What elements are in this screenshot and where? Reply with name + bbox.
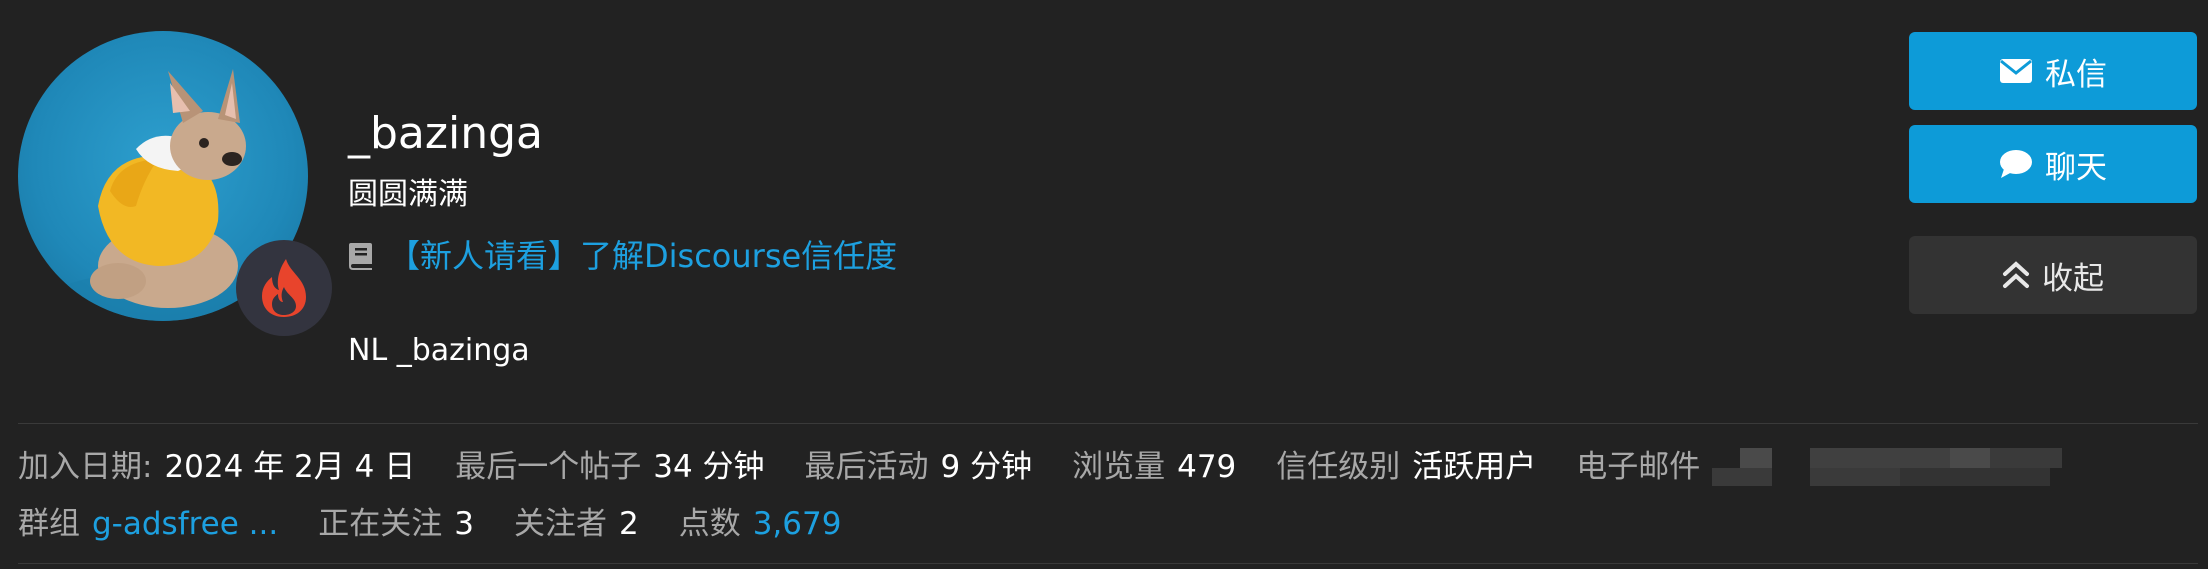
stat-last-seen-value: 9 分钟 (940, 448, 1033, 485)
stat-joined-label: 加入日期: (18, 448, 153, 485)
stat-following-label: 正在关注 (318, 506, 443, 542)
stat-following: 正在关注 3 (318, 509, 474, 540)
double-chevron-up-icon (2002, 260, 2030, 290)
user-avatar-container (18, 31, 332, 336)
chat-button[interactable]: 聊天 (1909, 125, 2197, 203)
stat-last-post: 最后一个帖子 34 分钟 (455, 448, 764, 485)
featured-topic-link[interactable]: 【新人请看】了解Discourse信任度 (388, 240, 897, 272)
book-icon (348, 241, 374, 271)
chat-button-label: 聊天 (2045, 149, 2107, 186)
stat-following-value: 3 (454, 506, 474, 542)
stat-trust-level: 信任级别 活跃用户 (1276, 448, 1537, 485)
stat-followers-value: 2 (618, 506, 639, 542)
stat-joined: 加入日期: 2024 年 2月 4 日 (18, 448, 416, 485)
stat-trust-level-value: 活跃用户 (1412, 448, 1537, 485)
stat-points-link[interactable]: 3,679 (753, 509, 842, 540)
stat-groups-label: 群组 (18, 506, 80, 542)
stat-last-post-value[interactable]: 34 分钟 (653, 451, 764, 483)
featured-topic: 【新人请看】了解Discourse信任度 (348, 240, 897, 272)
stat-views: 浏览量 479 (1072, 448, 1237, 485)
chat-bubble-icon (1999, 149, 2033, 179)
user-flair-badge (236, 240, 332, 336)
user-stats-secondary: 群组 g-adsfree ... 正在关注 3 关注者 2 点数 3,679 (18, 509, 881, 540)
user-bio: NL _bazinga (348, 333, 530, 368)
stat-followers: 关注者 2 (514, 509, 639, 540)
collapse-button[interactable]: 收起 (1909, 236, 2197, 314)
stat-joined-value: 2024 年 2月 4 日 (164, 448, 416, 485)
stat-views-value: 479 (1177, 448, 1237, 485)
stat-email: 电子邮件 (1576, 448, 2063, 486)
stat-points-label: 点数 (678, 506, 741, 542)
divider (18, 423, 2198, 424)
stat-groups: 群组 g-adsfree ... (18, 509, 278, 540)
stat-email-label: 电子邮件 (1576, 448, 1701, 485)
stat-last-post-label: 最后一个帖子 (455, 448, 642, 485)
envelope-icon (1999, 58, 2033, 84)
flame-icon (262, 259, 306, 317)
user-stats-primary: 加入日期: 2024 年 2月 4 日 最后一个帖子 34 分钟 最后活动 9 … (18, 448, 2102, 486)
stat-groups-link[interactable]: g-adsfree ... (92, 509, 278, 540)
divider (18, 563, 2198, 564)
email-redacted-value (1712, 448, 2063, 486)
stat-last-seen: 最后活动 9 分钟 (804, 448, 1033, 485)
user-title: 圆圆满满 (348, 177, 468, 212)
stat-trust-level-label: 信任级别 (1276, 448, 1401, 485)
stat-last-seen-label: 最后活动 (804, 448, 929, 485)
stat-followers-label: 关注者 (513, 506, 607, 542)
message-button-label: 私信 (2045, 56, 2107, 93)
username: _bazinga (348, 108, 543, 159)
stat-points: 点数 3,679 (679, 509, 842, 540)
collapse-button-label: 收起 (2042, 260, 2104, 297)
stat-views-label: 浏览量 (1072, 448, 1166, 485)
message-button[interactable]: 私信 (1909, 32, 2197, 110)
